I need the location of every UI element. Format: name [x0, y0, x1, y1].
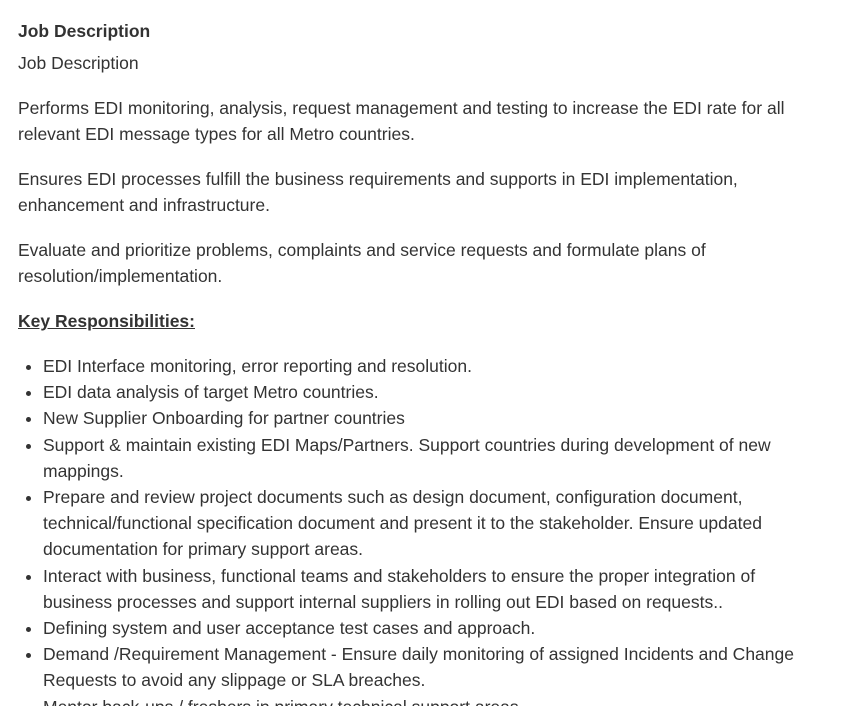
responsibilities-list: EDI Interface monitoring, error reportin… [18, 353, 818, 706]
list-item: Interact with business, functional teams… [43, 563, 818, 615]
job-description-heading: Job Description [18, 21, 151, 41]
job-description-content: Job Description Job Description Performs… [18, 18, 818, 706]
description-paragraph-3: Evaluate and prioritize problems, compla… [18, 240, 706, 286]
list-item: Defining system and user acceptance test… [43, 615, 818, 641]
list-item: Mentor back-ups / freshers in primary te… [43, 694, 818, 706]
list-item: New Supplier Onboarding for partner coun… [43, 405, 818, 431]
list-item: Prepare and review project documents suc… [43, 484, 818, 563]
list-item: Support & maintain existing EDI Maps/Par… [43, 432, 818, 484]
list-item: EDI data analysis of target Metro countr… [43, 379, 818, 405]
list-item: EDI Interface monitoring, error reportin… [43, 353, 818, 379]
description-paragraph-2: Ensures EDI processes fulfill the busine… [18, 169, 738, 215]
list-item: Demand /Requirement Management - Ensure … [43, 641, 818, 693]
key-responsibilities-heading: Key Responsibilities: [18, 311, 195, 331]
job-description-subheading: Job Description [18, 53, 139, 73]
description-paragraph-1: Performs EDI monitoring, analysis, reque… [18, 98, 785, 144]
